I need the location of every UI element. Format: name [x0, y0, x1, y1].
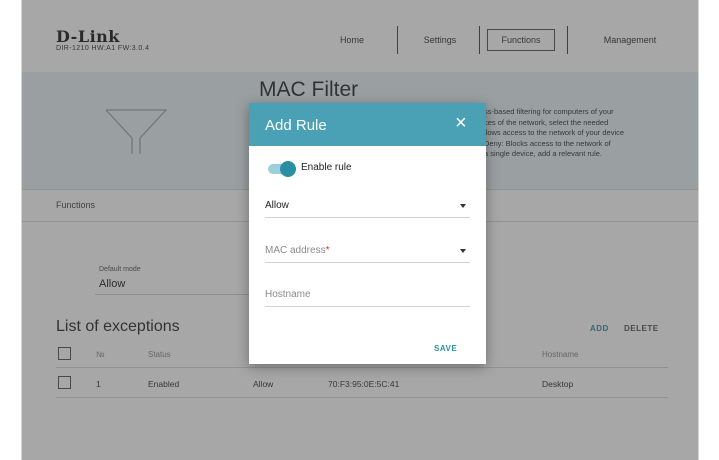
- dialog-title: Add Rule: [265, 117, 327, 134]
- add-rule-dialog: Add Rule × Enable rule Allow MAC address…: [249, 103, 486, 364]
- dialog-header: Add Rule ×: [249, 103, 486, 146]
- toggle-knob: [280, 161, 296, 177]
- hostname-field[interactable]: Hostname: [265, 281, 470, 307]
- close-icon[interactable]: ×: [455, 113, 467, 133]
- mac-address-placeholder: MAC address*: [265, 245, 330, 256]
- action-select-value: Allow: [265, 200, 289, 211]
- chevron-down-icon: [460, 204, 466, 208]
- required-mark: *: [325, 245, 330, 256]
- enable-rule-toggle[interactable]: [268, 161, 296, 177]
- mac-address-field[interactable]: MAC address*: [265, 237, 470, 263]
- chevron-down-icon: [460, 249, 466, 253]
- action-select[interactable]: Allow: [265, 192, 470, 218]
- hostname-placeholder: Hostname: [265, 289, 311, 300]
- enable-rule-label: Enable rule: [301, 162, 352, 173]
- save-button[interactable]: SAVE: [434, 344, 457, 353]
- router-ui-frame: D-Link DIR-1210 HW:A1 FW:3.0.4 Home Sett…: [21, 0, 699, 460]
